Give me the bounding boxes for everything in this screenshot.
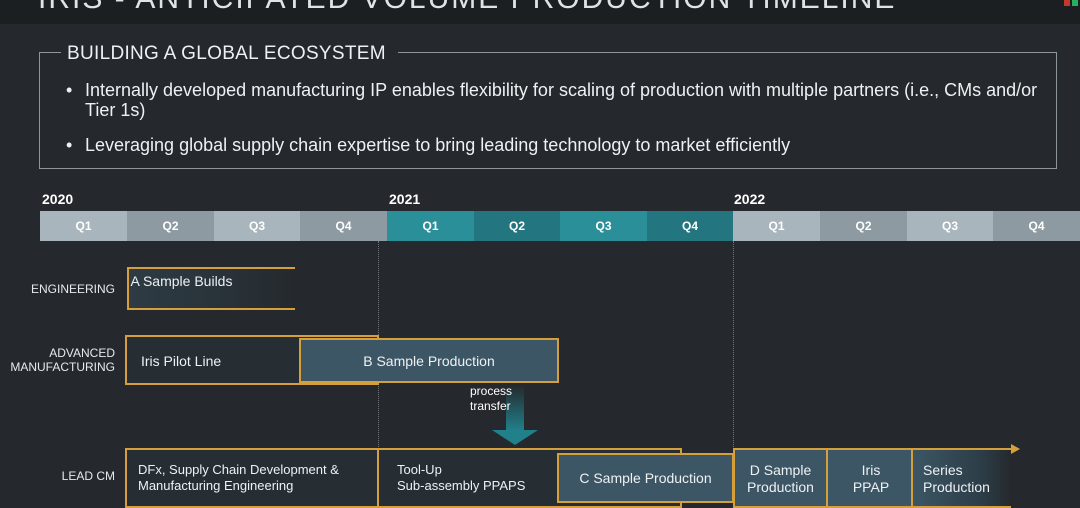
d-sample-production-bar: D Sample Production <box>733 448 828 508</box>
row-label-advanced-line1: ADVANCED <box>49 346 115 360</box>
quarter-cell: Q3 <box>560 211 647 241</box>
ecosystem-bullet-2: Leveraging global supply chain expertise… <box>85 135 791 155</box>
quarter-cell: Q1 <box>40 211 127 241</box>
row-label-engineering: ENGINEERING <box>30 282 115 296</box>
page-title: IRIS - ANTICIPATED VOLUME PRODUCTION TIM… <box>38 0 896 16</box>
a-sample-builds-label: A Sample Builds <box>130 273 233 289</box>
quarter-cell: Q4 <box>993 211 1080 241</box>
quarter-cell: Q2 <box>820 211 907 241</box>
quarter-cell: Q1 <box>733 211 820 241</box>
dfx-label-line1: DFx, Supply Chain Development & <box>138 462 339 477</box>
a-sample-continuation-top <box>248 267 295 269</box>
series-production-bar: Series Production <box>911 448 1011 508</box>
bullet-marker: • <box>66 135 73 155</box>
b-sample-production-label: B Sample Production <box>363 353 495 369</box>
a-sample-builds-bar: A Sample Builds <box>127 267 295 310</box>
d-sample-label-line1: D Sample <box>749 462 812 478</box>
series-label-line1: Series <box>923 462 963 478</box>
series-continuation-dots <box>945 448 1011 450</box>
row-label-advanced-line2: MANUFACTURING <box>10 360 115 374</box>
panel-border-top-left <box>39 52 61 53</box>
iris-pilot-line-label: Iris Pilot Line <box>141 353 222 369</box>
year-label-2020: 2020 <box>42 191 74 207</box>
series-label-line2: Production <box>923 479 990 495</box>
tool-up-label-line1: Tool-Up <box>397 462 442 477</box>
ecosystem-title: BUILDING A GLOBAL ECOSYSTEM <box>67 43 386 64</box>
iris-ppap-label-line1: Iris <box>861 462 881 478</box>
tool-up-label-line2: Sub-assembly PPAPS <box>397 478 526 493</box>
process-transfer-line2: transfer <box>470 399 511 413</box>
logo-mark-red <box>1064 0 1070 6</box>
ecosystem-bullet-1: Internally developed manufacturing IP en… <box>85 80 1038 120</box>
quarter-cell: Q2 <box>474 211 560 241</box>
series-continuation-arrow-icon <box>1011 444 1020 454</box>
dfx-supply-chain-bar: DFx, Supply Chain Development & Manufact… <box>125 448 379 508</box>
iris-ppap-label-line2: PPAP <box>852 479 890 495</box>
process-transfer-arrow-icon <box>492 430 538 445</box>
panel-border-top-right <box>398 52 1057 53</box>
quarter-cell: Q3 <box>214 211 300 241</box>
logo-mark-green <box>1072 0 1078 6</box>
c-sample-production-label: C Sample Production <box>579 470 712 486</box>
process-transfer-line1: process <box>470 384 513 398</box>
b-sample-production-bar: B Sample Production <box>299 338 559 383</box>
bullet-marker: • <box>66 80 73 100</box>
iris-ppap-bar: Iris PPAP <box>826 448 916 508</box>
a-sample-continuation-bottom <box>248 308 295 310</box>
d-sample-label-line2: Production <box>747 479 814 495</box>
c-sample-production-bar: C Sample Production <box>557 453 734 503</box>
header-bar: IRIS - ANTICIPATED VOLUME PRODUCTION TIM… <box>0 0 1080 24</box>
year-label-2022: 2022 <box>734 191 766 207</box>
row-label-lead-cm: LEAD CM <box>61 469 115 483</box>
quarter-cell: Q2 <box>127 211 214 241</box>
quarter-cell: Q3 <box>907 211 993 241</box>
year-label-2021: 2021 <box>389 191 421 207</box>
process-transfer-label: process transfer <box>470 384 512 414</box>
quarter-cell: Q4 <box>647 211 733 241</box>
dfx-label-line2: Manufacturing Engineering <box>138 478 294 493</box>
quarter-cell: Q1 <box>387 211 474 241</box>
quarter-cell: Q4 <box>300 211 387 241</box>
